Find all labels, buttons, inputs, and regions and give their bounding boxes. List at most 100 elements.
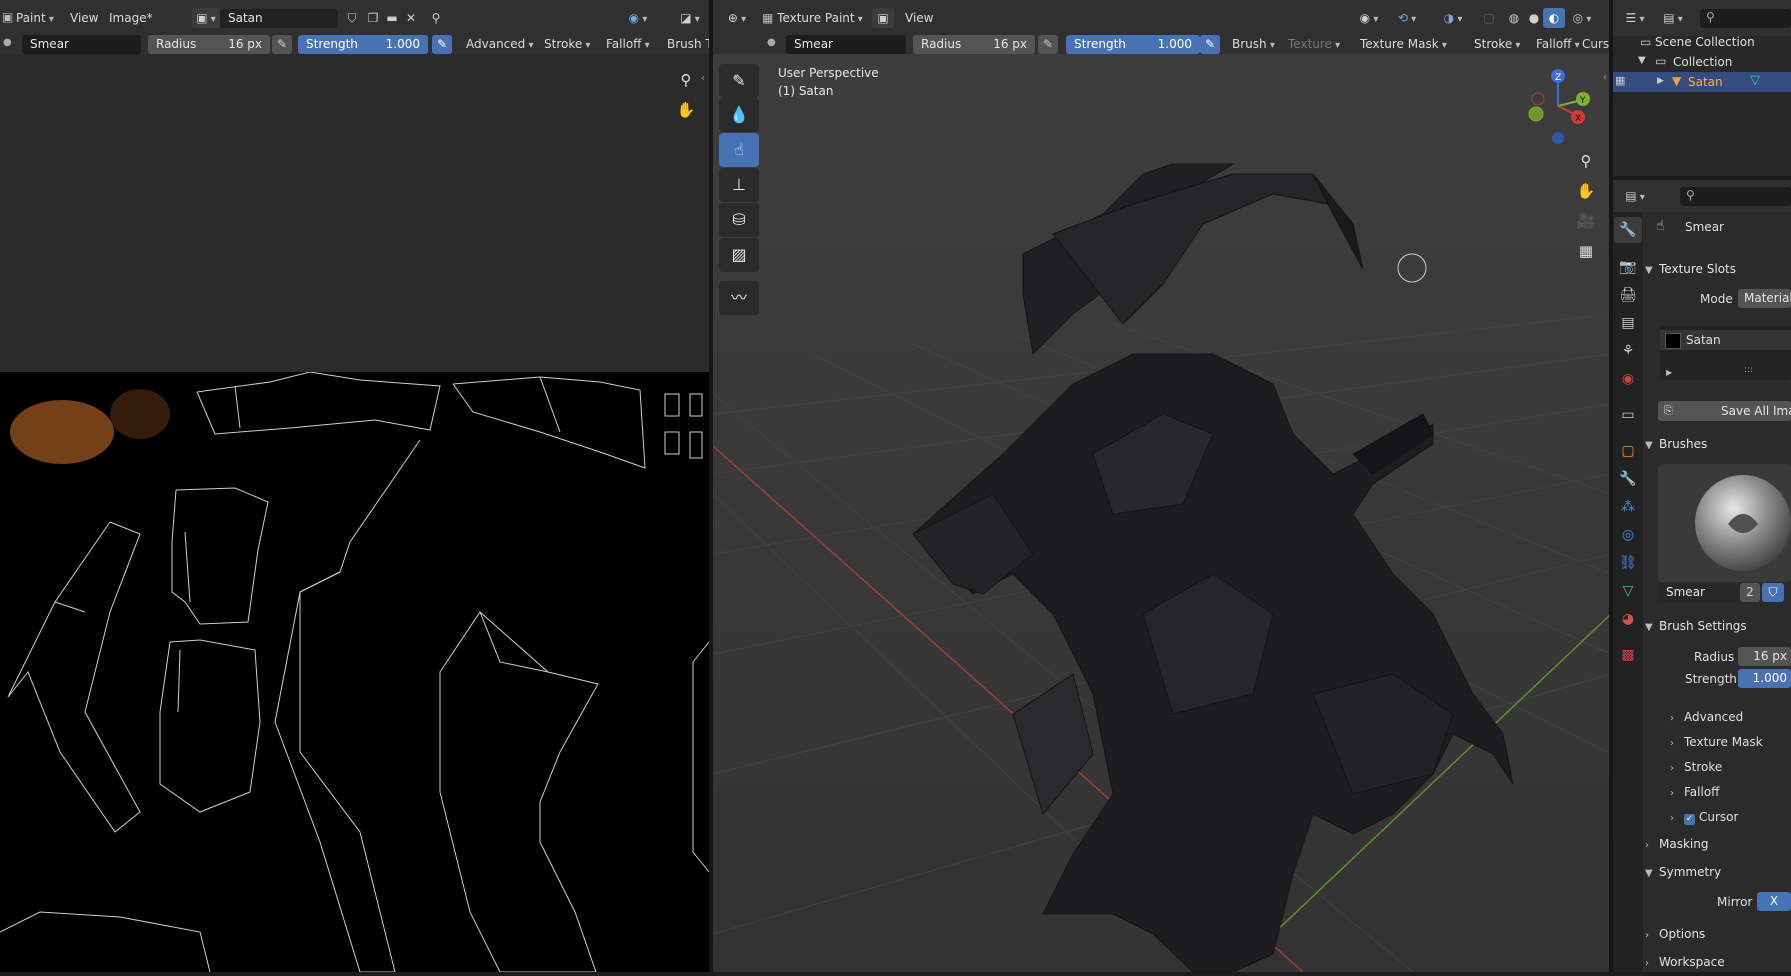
- display-channels-icon[interactable]: ◪: [672, 8, 708, 28]
- outliner-editor-icon[interactable]: ☰: [1620, 8, 1650, 28]
- annotate-tool-icon[interactable]: 〰: [719, 281, 759, 315]
- object-tab-icon[interactable]: ▢: [1614, 438, 1642, 464]
- constraints-tab-icon[interactable]: ⛓: [1614, 550, 1642, 576]
- symmetry-panel[interactable]: ▼ Symmetry: [1645, 860, 1791, 884]
- texture-tab-icon[interactable]: ▩: [1614, 642, 1642, 668]
- brush-settings-panel[interactable]: ▼ Brush Settings: [1645, 614, 1791, 638]
- fake-user-icon[interactable]: ⛉: [341, 8, 363, 28]
- outliner-search-box[interactable]: ⚲: [1700, 9, 1791, 28]
- shading-wireframe-icon[interactable]: ◍: [1503, 8, 1525, 28]
- draw-tool-icon[interactable]: ✎: [719, 64, 759, 98]
- viewport-zoom-icon[interactable]: ⚲: [1573, 148, 1599, 174]
- collection-expand-icon[interactable]: ▼: [1638, 55, 1646, 66]
- menu-image[interactable]: Image*: [109, 0, 153, 36]
- shading-rendered-icon[interactable]: ◎: [1563, 8, 1601, 28]
- collapse-arrow-icon[interactable]: ‹: [701, 73, 705, 84]
- viewport-pan-icon[interactable]: ✋: [1573, 178, 1599, 204]
- image-editor-upper-area[interactable]: [0, 54, 709, 372]
- slot-expand-icon[interactable]: ▶: [1666, 368, 1672, 377]
- cursor-checkbox[interactable]: ✓: [1684, 814, 1695, 825]
- scene-collection-item[interactable]: Scene Collection: [1655, 35, 1755, 49]
- physics-tab-icon[interactable]: ◎: [1614, 522, 1642, 548]
- soften-tool-icon[interactable]: 💧: [719, 98, 759, 132]
- properties-editor-icon[interactable]: ▤: [1620, 186, 1650, 206]
- world-tab-icon[interactable]: ◉: [1614, 366, 1642, 392]
- modifier-tab-icon[interactable]: 🔧: [1614, 466, 1642, 492]
- radius-field[interactable]: Radius 16 px: [148, 35, 270, 54]
- pin-icon[interactable]: ⚲: [425, 8, 447, 28]
- bs-radius-field[interactable]: 16 px: [1738, 647, 1791, 666]
- mode-dropdown-field[interactable]: Material: [1738, 289, 1791, 308]
- properties-search-box[interactable]: ⚲: [1680, 187, 1791, 206]
- image-browse-icon[interactable]: ▣: [192, 8, 220, 28]
- view-layer-tab-icon[interactable]: ▤: [1614, 310, 1642, 336]
- material-tab-icon[interactable]: ◕: [1614, 606, 1642, 632]
- object-expand-icon[interactable]: ▶: [1657, 76, 1664, 86]
- outliner-display-icon[interactable]: ▤: [1658, 8, 1688, 28]
- collection-item[interactable]: Collection: [1673, 55, 1732, 69]
- brushes-panel[interactable]: ▼ Brushes: [1645, 432, 1791, 456]
- particles-tab-icon[interactable]: ⁂: [1614, 494, 1642, 520]
- viewport-canvas[interactable]: [713, 54, 1611, 972]
- fake-user-shield-icon[interactable]: ⛉: [1762, 583, 1784, 602]
- mask-tool-icon[interactable]: ▨: [719, 238, 759, 272]
- brush-users-count[interactable]: 2: [1740, 583, 1760, 602]
- navigation-gizmo[interactable]: Z Y X: [1512, 64, 1592, 150]
- viewport-strength-pressure-icon[interactable]: ✎: [1200, 35, 1220, 54]
- viewport-radius-pressure-icon[interactable]: ✎: [1038, 35, 1058, 54]
- tool-tab-icon[interactable]: 🔧: [1614, 217, 1642, 243]
- texture-slots-panel[interactable]: ▼ Texture Slots: [1645, 257, 1791, 281]
- viewport-radius-field[interactable]: Radius 16 px: [913, 35, 1035, 54]
- editor-type-icon[interactable]: ▣: [2, 10, 13, 24]
- smear-tool-icon[interactable]: ☝: [719, 133, 759, 167]
- collection-tab-icon[interactable]: ▭: [1614, 402, 1642, 428]
- ortho-toggle-icon[interactable]: ▦: [1573, 238, 1599, 264]
- shading-solid-icon[interactable]: ●: [1523, 8, 1545, 28]
- clone-tool-icon[interactable]: ⊥: [719, 168, 759, 202]
- menu-view[interactable]: View: [70, 0, 98, 36]
- subpanel-falloff[interactable]: › Falloff: [1670, 785, 1719, 799]
- unlink-image-icon[interactable]: ✕: [400, 8, 422, 28]
- xray-icon[interactable]: ▢: [1478, 8, 1500, 28]
- gizmo-icon[interactable]: ⟲: [1390, 8, 1424, 28]
- viewport-strength-field[interactable]: Strength 1.000: [1066, 35, 1200, 54]
- render-tab-icon[interactable]: 📷: [1614, 254, 1642, 280]
- camera-view-icon[interactable]: 🎥: [1573, 208, 1599, 234]
- brush-name-field[interactable]: Smear: [22, 35, 141, 54]
- slot-list-resize-grip[interactable]: :::: [1744, 365, 1753, 375]
- gizmo-toggle-icon[interactable]: ◉: [620, 8, 656, 28]
- subpanel-stroke[interactable]: › Stroke: [1670, 760, 1722, 774]
- strength-field[interactable]: Strength 1.000: [298, 35, 428, 54]
- visibility-icon[interactable]: ◉: [1352, 8, 1386, 28]
- zoom-icon[interactable]: ⚲: [673, 67, 699, 93]
- save-all-images-button[interactable]: ⎘Save All Imag: [1658, 401, 1791, 421]
- viewport-editor-type-icon[interactable]: ⊕: [722, 8, 752, 28]
- subpanel-advanced[interactable]: › Advanced: [1670, 710, 1743, 724]
- uv-image-canvas[interactable]: [0, 372, 709, 972]
- workspace-panel[interactable]: › Workspace: [1645, 950, 1791, 974]
- fill-tool-icon[interactable]: ⛁: [719, 203, 759, 237]
- mirror-x-toggle[interactable]: X: [1757, 892, 1791, 911]
- subpanel-cursor[interactable]: › ✓ Cursor: [1670, 810, 1738, 825]
- outliner-object-satan[interactable]: Satan: [1688, 75, 1723, 89]
- brush-datablock-name[interactable]: Smear: [1658, 583, 1738, 602]
- brush-preview[interactable]: [1658, 464, 1791, 582]
- sidebar-collapse-arrow[interactable]: ‹: [1603, 72, 1607, 83]
- subpanel-texture-mask[interactable]: › Texture Mask: [1670, 735, 1763, 749]
- hand-pan-icon[interactable]: ✋: [673, 97, 699, 123]
- bs-strength-field[interactable]: 1.000: [1738, 669, 1791, 688]
- data-tab-icon[interactable]: ▽: [1614, 578, 1642, 604]
- viewport-brush-name-field[interactable]: Smear: [786, 35, 906, 54]
- viewport-mode-dropdown[interactable]: ▦ Texture Paint: [762, 0, 863, 36]
- masking-panel[interactable]: › Masking: [1645, 832, 1791, 856]
- strength-pressure-icon[interactable]: ✎: [432, 35, 452, 54]
- overlays-icon[interactable]: ◑: [1436, 8, 1470, 28]
- scene-tab-icon[interactable]: ⚘: [1614, 338, 1642, 364]
- radius-pressure-icon[interactable]: ✎: [272, 35, 292, 54]
- paint-mask-icon[interactable]: ▣: [872, 8, 894, 28]
- shading-material-icon[interactable]: ◐: [1543, 8, 1565, 28]
- output-tab-icon[interactable]: 🖨: [1614, 282, 1642, 308]
- mode-dropdown[interactable]: Paint: [16, 0, 54, 36]
- viewport-menu-view[interactable]: View: [905, 0, 933, 36]
- options-panel[interactable]: › Options: [1645, 922, 1791, 946]
